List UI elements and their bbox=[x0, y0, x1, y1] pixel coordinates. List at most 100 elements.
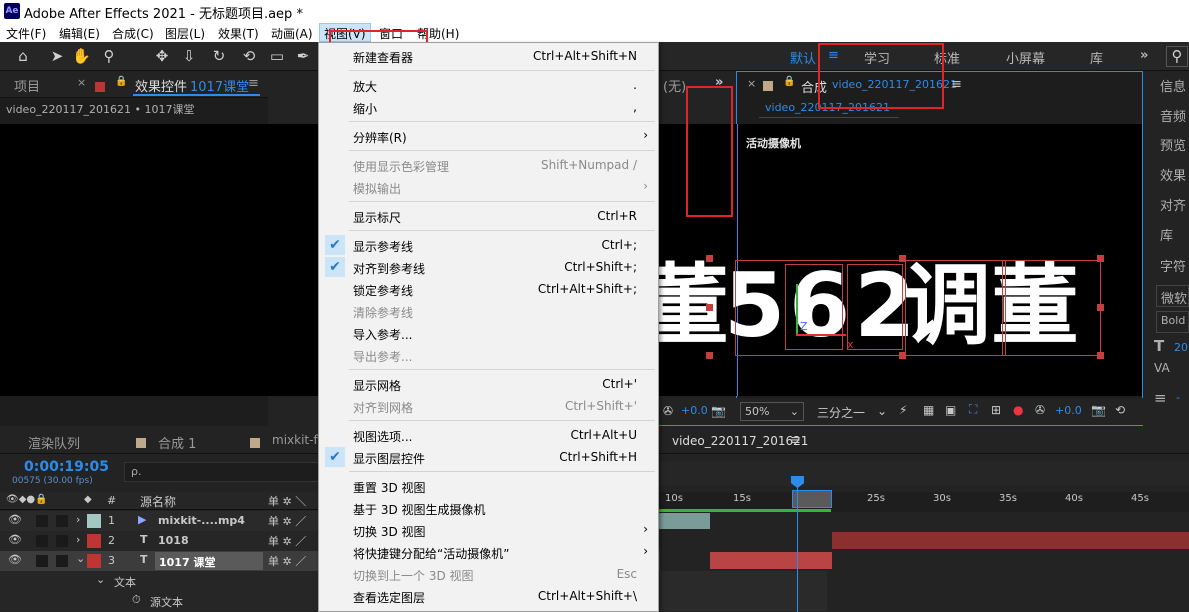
column-source-name[interactable]: 源名称 bbox=[140, 493, 176, 510]
font-size-value[interactable]: 20 bbox=[1174, 341, 1188, 354]
workspace-small-screen[interactable]: 小屏幕 bbox=[1006, 48, 1045, 67]
exposure-value-left[interactable]: +0.0 bbox=[681, 404, 708, 417]
handle[interactable] bbox=[1097, 304, 1104, 311]
solo-toggle[interactable] bbox=[36, 535, 48, 547]
view-menu-item[interactable]: 新建查看器 Ctrl+Alt+Shift+N bbox=[319, 45, 658, 67]
workspace-more-button[interactable]: » bbox=[1140, 48, 1148, 63]
mask-visibility-icon[interactable]: ▣ bbox=[945, 403, 956, 417]
work-area[interactable] bbox=[659, 462, 1189, 486]
workspace-default[interactable]: 默认 bbox=[790, 48, 816, 67]
resolution-select[interactable]: 三分之一 ⌄ bbox=[813, 402, 891, 421]
layer-name[interactable]: mixkit-....mp4 bbox=[158, 514, 245, 527]
visibility-eye-icon[interactable]: 👁 bbox=[8, 533, 22, 546]
tab-render-queue[interactable]: 渲染队列 bbox=[28, 433, 80, 452]
handle[interactable] bbox=[706, 255, 713, 262]
menu-file[interactable]: 文件(F) bbox=[6, 25, 46, 42]
layer-switches[interactable]: 单 ✲ ／ bbox=[268, 553, 306, 569]
y-axis-gizmo[interactable] bbox=[796, 284, 798, 334]
visibility-eye-icon[interactable]: 👁 bbox=[8, 513, 22, 526]
chevron-down-icon[interactable]: ⌄ bbox=[96, 573, 105, 586]
handle[interactable] bbox=[1097, 352, 1104, 359]
panel-info[interactable]: 信息 bbox=[1160, 76, 1186, 95]
layer-label-color[interactable] bbox=[87, 534, 101, 548]
layer-bar-3[interactable] bbox=[710, 552, 832, 569]
font-style-select[interactable]: Bold bbox=[1156, 311, 1189, 333]
menu-composition[interactable]: 合成(C) bbox=[112, 25, 154, 42]
panel-menu-icon[interactable]: ≡ bbox=[951, 77, 962, 92]
timecode[interactable]: 0:00:19:05 bbox=[24, 459, 109, 475]
panel-audio[interactable]: 音频 bbox=[1160, 106, 1186, 125]
handle[interactable] bbox=[706, 304, 713, 311]
transparency-grid-icon[interactable]: ▦ bbox=[923, 403, 934, 417]
solo-toggle[interactable] bbox=[36, 555, 48, 567]
pan-behind-icon[interactable]: ⇩ bbox=[180, 47, 198, 65]
lock-icon[interactable]: 🔒 bbox=[783, 76, 795, 87]
panel-align[interactable]: 对齐 bbox=[1160, 195, 1186, 214]
view-menu-item[interactable]: 导入参考... bbox=[319, 322, 658, 344]
menu-effect[interactable]: 效果(T) bbox=[218, 25, 259, 42]
handle[interactable] bbox=[706, 352, 713, 359]
view-menu-item[interactable]: ✔ 显示图层控件 Ctrl+Shift+H bbox=[319, 446, 658, 468]
tab-effect-controls[interactable]: 效果控件 bbox=[135, 76, 187, 95]
playhead-icon[interactable] bbox=[791, 476, 804, 488]
region-of-interest-icon[interactable]: ⛶ bbox=[969, 402, 977, 417]
layer-name[interactable]: 1017 课堂 bbox=[155, 552, 263, 570]
work-area-handle[interactable] bbox=[792, 490, 832, 508]
fast-preview-icon[interactable]: ⚡ bbox=[899, 403, 907, 417]
rgb-channels-icon[interactable]: ● bbox=[1013, 403, 1023, 417]
lock-toggle[interactable] bbox=[56, 515, 68, 527]
layer-label-color[interactable] bbox=[87, 554, 101, 568]
rotate-icon[interactable]: ↻ bbox=[210, 47, 228, 65]
view-menu-item[interactable]: 分辨率(R) › bbox=[319, 125, 658, 147]
solo-toggle[interactable] bbox=[36, 515, 48, 527]
view-menu-item[interactable]: 重置 3D 视图 bbox=[319, 475, 658, 497]
view-menu-item[interactable]: ✔ 对齐到参考线 Ctrl+Shift+; bbox=[319, 256, 658, 278]
x-axis-gizmo[interactable] bbox=[796, 334, 846, 336]
view-menu-item[interactable]: 视图选项... Ctrl+Alt+U bbox=[319, 424, 658, 446]
view-menu-item[interactable]: 放大. bbox=[319, 74, 658, 96]
layer-name[interactable]: 1018 bbox=[158, 534, 189, 547]
view-menu-item[interactable]: 缩小, bbox=[319, 96, 658, 118]
pen-icon[interactable]: ✒ bbox=[294, 47, 312, 65]
search-help-icon[interactable]: ⚲ bbox=[1166, 46, 1188, 67]
handle[interactable] bbox=[899, 255, 906, 262]
panel-character[interactable]: 字符 bbox=[1160, 256, 1186, 275]
rectangle-icon[interactable]: ▭ bbox=[268, 47, 286, 65]
stopwatch-icon[interactable]: ⏱ bbox=[132, 593, 141, 607]
menu-edit[interactable]: 编辑(E) bbox=[59, 25, 100, 42]
tab-effect-controls-layer[interactable]: 1017课堂 bbox=[190, 76, 249, 95]
grid-guides-icon[interactable]: ⊞ bbox=[991, 403, 1001, 417]
tab-comp-1[interactable]: 合成 1 bbox=[158, 433, 196, 452]
panel-effects[interactable]: 效果 bbox=[1160, 165, 1186, 184]
panel-library[interactable]: 库 bbox=[1160, 225, 1173, 244]
home-icon[interactable]: ⌂ bbox=[14, 47, 32, 65]
hand-icon[interactable]: ✋ bbox=[72, 47, 91, 65]
zoom-icon[interactable]: ⚲ bbox=[100, 47, 118, 65]
layer-label-color[interactable] bbox=[87, 514, 101, 528]
lock-toggle[interactable] bbox=[56, 535, 68, 547]
exposure-icon[interactable]: ✇ bbox=[663, 404, 673, 418]
view-menu-item[interactable]: 显示标尺 Ctrl+R bbox=[319, 205, 658, 227]
tab-video-comp[interactable]: video_220117_201621 bbox=[672, 434, 808, 448]
stroke-value[interactable]: - bbox=[1176, 391, 1180, 404]
layer-bar-2[interactable] bbox=[832, 532, 1189, 549]
work-area-bar[interactable] bbox=[659, 509, 831, 512]
view-menu-item[interactable]: 切换 3D 视图 › bbox=[319, 519, 658, 541]
show-snapshot-icon[interactable]: ⟲ bbox=[1115, 403, 1125, 417]
chevron-down-icon[interactable]: ⌄ bbox=[76, 552, 85, 565]
chevron-right-icon[interactable]: › bbox=[76, 533, 80, 546]
handle[interactable] bbox=[899, 352, 906, 359]
view-menu-item[interactable]: 查看选定图层 Ctrl+Alt+Shift+\ bbox=[319, 585, 658, 607]
exposure-icon[interactable]: ✇ bbox=[1035, 403, 1045, 417]
chevron-right-icon[interactable]: › bbox=[76, 513, 80, 526]
camera-orbit-icon[interactable]: ⟲ bbox=[240, 47, 258, 65]
tab-mixkit[interactable]: mixkit-fat bbox=[272, 433, 318, 447]
snapshot-icon[interactable]: 📷 bbox=[711, 404, 726, 418]
lock-icon[interactable]: 🔒 bbox=[115, 76, 127, 87]
select-icon[interactable]: ➤ bbox=[48, 47, 66, 65]
lock-toggle[interactable] bbox=[56, 555, 68, 567]
panel-preview[interactable]: 预览 bbox=[1160, 135, 1186, 154]
layer-switches[interactable]: 单 ✲ ／ bbox=[268, 533, 306, 549]
snapshot-icon[interactable]: 📷 bbox=[1091, 403, 1106, 417]
zoom-select[interactable]: 50% ⌄ bbox=[740, 402, 804, 421]
